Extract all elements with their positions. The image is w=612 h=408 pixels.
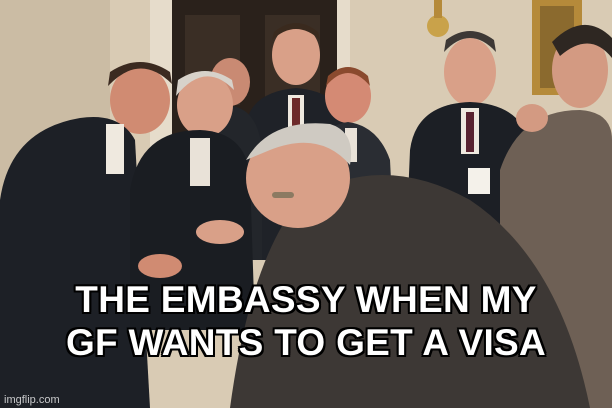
watermark: imgflip.com	[4, 394, 60, 406]
meme-caption: THE EMBASSY WHEN MY GF WANTS TO GET A VI…	[0, 278, 612, 364]
meme-image: THE EMBASSY WHEN MY GF WANTS TO GET A VI…	[0, 0, 612, 408]
caption-line-2: GF WANTS TO GET A VISA	[65, 322, 547, 363]
caption-line-1: THE EMBASSY WHEN MY	[75, 279, 537, 320]
